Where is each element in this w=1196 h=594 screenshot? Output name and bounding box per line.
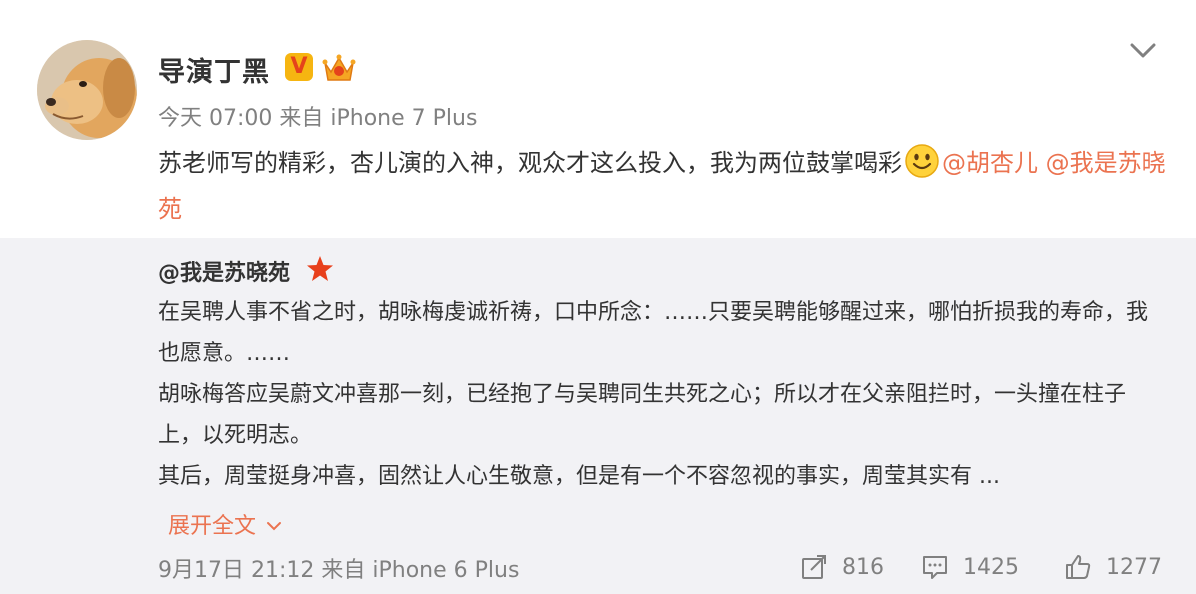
repost-author[interactable]: @我是苏晓苑 [158, 255, 290, 287]
repost-paragraph: 其后，周莹挺身冲喜，固然让人心生敬意，但是有一个不容忽视的事实，周莹其实有 ..… [158, 464, 1000, 489]
expand-label: 展开全文 [168, 514, 257, 539]
chevron-down-icon [267, 522, 282, 531]
like-button[interactable]: 1277 [1064, 550, 1162, 584]
expand-full-text-link[interactable]: 展开全文 [168, 508, 282, 540]
comment-button[interactable]: 1425 [921, 550, 1019, 584]
repost-button[interactable]: 816 [800, 550, 884, 584]
smiley-emoji-icon [905, 144, 939, 178]
verified-v-badge: V [285, 53, 313, 81]
post-source: 来自 iPhone 7 Plus [279, 106, 478, 131]
repost-paragraph: 胡咏梅答应吴蔚文冲喜那一刻，已经抱了与吴聘同生共死之心；所以才在父亲阻拦时，一头… [158, 382, 1127, 448]
comment-icon [923, 556, 947, 579]
post-meta: 今天 07:00 来自 iPhone 7 Plus [158, 100, 477, 132]
star-badge-icon [307, 256, 333, 281]
author-name[interactable]: 导演丁黑 [158, 50, 270, 89]
mention-link[interactable]: @胡杏儿 [942, 149, 1038, 177]
thumbs-up-icon [1066, 555, 1091, 579]
author-avatar[interactable] [37, 40, 137, 140]
chevron-down-icon[interactable] [1128, 38, 1158, 62]
repost-paragraph: 在吴聘人事不省之时，胡咏梅虔诚祈祷，口中所念：……只要吴聘能够醒过来，哪怕折损我… [158, 300, 1149, 366]
post-content: 苏老师写的精彩，杏儿演的入神，观众才这么投入，我为两位鼓掌喝彩 @胡杏儿 @我是苏… [158, 140, 1168, 232]
share-icon [802, 555, 826, 579]
repost-count: 816 [842, 554, 884, 580]
vip-crown-icon [322, 54, 356, 81]
comment-count: 1425 [963, 554, 1019, 580]
dog-avatar-image [37, 40, 137, 140]
post-time: 今天 07:00 [158, 106, 273, 131]
repost-meta: 9月17日 21:12 来自 iPhone 6 Plus [158, 558, 520, 583]
post-text: 苏老师写的精彩，杏儿演的入神，观众才这么投入，我为两位鼓掌喝彩 [158, 149, 902, 177]
repost-text: 在吴聘人事不省之时，胡咏梅虔诚祈祷，口中所念：……只要吴聘能够醒过来，哪怕折损我… [158, 292, 1158, 497]
like-count: 1277 [1106, 554, 1162, 580]
